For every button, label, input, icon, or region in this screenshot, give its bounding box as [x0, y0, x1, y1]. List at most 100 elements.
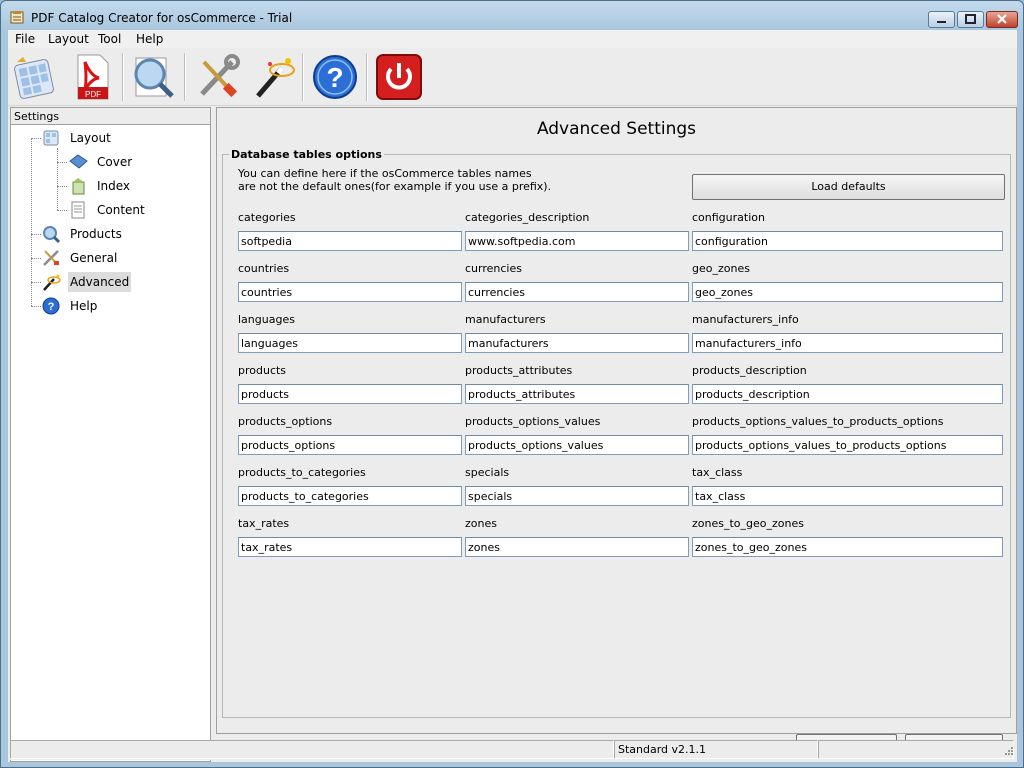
svg-text:?: ? — [326, 62, 343, 93]
group-title: Database tables options — [229, 148, 384, 161]
field-label: products_options_values — [465, 415, 601, 428]
tree-connector — [31, 138, 41, 139]
pdf-icon: PDF — [77, 54, 109, 100]
help-icon: ? — [313, 55, 357, 99]
tree-label: Index — [97, 179, 131, 193]
wizard-button[interactable] — [248, 52, 298, 102]
exit-button[interactable] — [374, 52, 424, 102]
table-name-input[interactable] — [238, 537, 462, 557]
tree-label: Help — [70, 299, 98, 313]
maximize-button[interactable] — [957, 11, 984, 28]
close-icon — [997, 14, 1007, 24]
pdf-export-button[interactable]: PDF — [68, 52, 118, 102]
general-icon — [43, 250, 59, 266]
field-label: tax_rates — [238, 517, 290, 530]
index-icon — [72, 178, 85, 195]
svg-text:?: ? — [48, 301, 55, 313]
field-label: categories_description — [465, 211, 590, 224]
settings-header: Settings — [11, 108, 210, 125]
tree-connector — [57, 148, 58, 210]
table-name-input[interactable] — [692, 282, 1003, 302]
table-name-input[interactable] — [465, 282, 689, 302]
tools-button[interactable] — [192, 52, 242, 102]
status-bar: Standard v2.1.1 — [8, 740, 1017, 760]
tree-connector — [57, 186, 67, 187]
toolbar-separator — [122, 53, 124, 101]
load-defaults-button[interactable]: Load defaults — [692, 174, 1005, 200]
maximize-icon — [965, 14, 976, 24]
field-label: tax_class — [692, 466, 743, 479]
table-name-input[interactable] — [465, 486, 689, 506]
table-name-input[interactable] — [692, 486, 1003, 506]
field-label: products_options — [238, 415, 333, 428]
products-icon — [43, 226, 61, 243]
toolbar-separator — [366, 53, 368, 101]
advanced-settings-panel: Advanced Settings Database tables option… — [216, 107, 1017, 760]
table-name-input[interactable] — [465, 384, 689, 404]
table-name-input[interactable] — [465, 435, 689, 455]
cover-icon — [69, 154, 88, 169]
preview-button[interactable] — [128, 52, 178, 102]
menu-bar: File Layout Tool Help — [8, 30, 1017, 48]
table-name-input[interactable] — [692, 231, 1003, 251]
table-name-input[interactable] — [692, 333, 1003, 353]
table-name-input[interactable] — [465, 333, 689, 353]
content-icon — [71, 201, 85, 219]
table-name-input[interactable] — [238, 333, 462, 353]
tree-label: Layout — [70, 131, 111, 145]
field-label: products_attributes — [465, 364, 573, 377]
menu-layout[interactable]: Layout — [48, 32, 89, 46]
catalog-grid-icon — [14, 57, 54, 99]
field-label: categories — [238, 211, 296, 224]
table-name-input[interactable] — [238, 435, 462, 455]
field-label: geo_zones — [692, 262, 750, 275]
magic-wand-icon — [256, 58, 295, 98]
status-edition: Standard v2.1.1 — [614, 740, 818, 759]
table-name-input[interactable] — [465, 231, 689, 251]
tree-label: Advanced — [68, 272, 132, 292]
help-icon: ? — [42, 297, 60, 315]
settings-panel: Settings Layout Cover Index Content Prod… — [10, 107, 211, 762]
advanced-icon — [43, 274, 61, 291]
menu-help[interactable]: Help — [136, 32, 163, 46]
title-bar[interactable]: PDF Catalog Creator for osCommerce - Tri… — [2, 2, 1022, 30]
description-line: You can define here if the osCommerce ta… — [238, 167, 532, 180]
table-name-input[interactable] — [238, 384, 462, 404]
help-button[interactable]: ? — [310, 52, 360, 102]
table-name-input[interactable] — [692, 384, 1003, 404]
table-name-input[interactable] — [238, 231, 462, 251]
tree-connector — [57, 210, 67, 211]
minimize-button[interactable] — [928, 11, 955, 28]
toolbar-separator — [302, 53, 304, 101]
layout-icon — [43, 130, 59, 146]
toolbar: PDF ? — [8, 49, 1017, 106]
field-label: manufacturers — [465, 313, 546, 326]
field-label: configuration — [692, 211, 765, 224]
resize-grip-icon[interactable] — [1002, 746, 1014, 758]
field-label: zones_to_geo_zones — [692, 517, 804, 530]
menu-file[interactable]: File — [15, 32, 35, 46]
description-line: are not the default ones(for example if … — [238, 180, 552, 193]
field-label: countries — [238, 262, 290, 275]
layout-tool-button[interactable] — [11, 52, 61, 102]
close-button[interactable] — [986, 11, 1018, 28]
field-label: zones — [465, 517, 497, 530]
table-name-input[interactable] — [692, 537, 1003, 557]
tree-connector — [31, 138, 32, 306]
window-title: PDF Catalog Creator for osCommerce - Tri… — [31, 11, 293, 25]
application-window: PDF Catalog Creator for osCommerce - Tri… — [0, 0, 1024, 768]
database-tables-group: Database tables options You can define h… — [222, 148, 1011, 718]
tree-label: Products — [70, 227, 122, 241]
tree-connector — [31, 282, 41, 283]
table-name-input[interactable] — [692, 435, 1003, 455]
table-name-input[interactable] — [238, 282, 462, 302]
page-title: Advanced Settings — [536, 119, 697, 139]
field-label: currencies — [465, 262, 522, 275]
tree-label: General — [70, 251, 118, 265]
field-label: specials — [465, 466, 510, 479]
table-name-input[interactable] — [238, 486, 462, 506]
tree-connector — [31, 234, 41, 235]
table-name-input[interactable] — [465, 537, 689, 557]
menu-tool[interactable]: Tool — [98, 32, 121, 46]
group-description: You can define here if the osCommerce ta… — [238, 167, 678, 193]
